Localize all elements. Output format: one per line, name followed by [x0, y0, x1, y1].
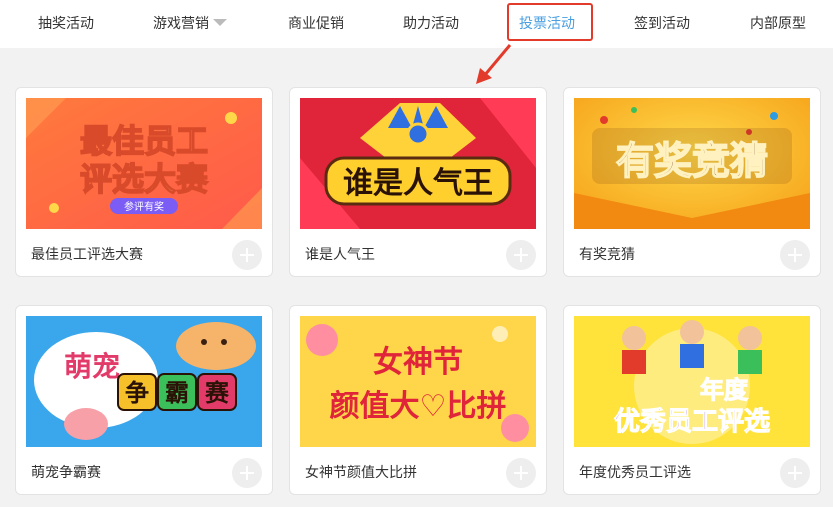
plus-icon[interactable] [780, 458, 810, 488]
tab-assist[interactable]: 助力活动 [403, 0, 459, 48]
banner-annual-employee: 年度 优秀员工评选 [574, 316, 810, 447]
template-card[interactable]: 最佳员工 评选大赛 参评有奖 最佳员工评选大赛 [15, 87, 273, 277]
pointer-arrow-icon [476, 44, 512, 84]
svg-text:参评有奖: 参评有奖 [124, 200, 164, 213]
template-card[interactable]: 女神节 颜值大♡比拼 女神节颜值大比拼 [289, 305, 547, 495]
card-title: 女神节颜值大比拼 [305, 465, 417, 481]
svg-text:评选大赛: 评选大赛 [80, 160, 209, 198]
card-title: 萌宠争霸赛 [31, 465, 101, 481]
banner-goddess-day: 女神节 颜值大♡比拼 [300, 316, 536, 447]
tab-lottery[interactable]: 抽奖活动 [38, 0, 94, 48]
svg-text:霸: 霸 [165, 379, 189, 407]
svg-text:赛: 赛 [204, 379, 230, 407]
card-title: 最佳员工评选大赛 [31, 247, 143, 263]
plus-icon[interactable] [506, 240, 536, 270]
svg-text:女神节: 女神节 [373, 345, 463, 380]
tab-checkin[interactable]: 签到活动 [634, 0, 690, 48]
template-card[interactable]: 谁是人气王 谁是人气王 [289, 87, 547, 277]
svg-text:谁是人气王: 谁是人气王 [343, 166, 493, 201]
svg-text:萌宠: 萌宠 [64, 350, 120, 383]
caret-down-icon [213, 19, 227, 26]
card-title: 有奖竞猜 [579, 247, 635, 263]
template-card[interactable]: 年度 优秀员工评选 年度优秀员工评选 [563, 305, 821, 495]
tab-game-marketing-label: 游戏营销 [153, 16, 209, 32]
svg-text:颜值大♡比拼: 颜值大♡比拼 [330, 389, 507, 424]
plus-icon[interactable] [506, 458, 536, 488]
svg-text:争: 争 [125, 379, 149, 407]
card-title: 谁是人气王 [305, 247, 375, 263]
plus-icon[interactable] [232, 240, 262, 270]
svg-text:优秀员工评选: 优秀员工评选 [614, 407, 770, 437]
tab-internal-prototype[interactable]: 内部原型 [750, 0, 806, 48]
banner-best-employee: 最佳员工 评选大赛 参评有奖 [26, 98, 262, 229]
plus-icon[interactable] [232, 458, 262, 488]
top-nav: 抽奖活动 游戏营销 商业促销 助力活动 投票活动 签到活动 内部原型 [0, 0, 833, 48]
svg-text:有奖竞猜: 有奖竞猜 [616, 139, 768, 183]
tab-game-marketing[interactable]: 游戏营销 [153, 0, 227, 48]
template-card[interactable]: 有奖竞猜 有奖竞猜 [563, 87, 821, 277]
active-tab-highlight [507, 3, 593, 41]
plus-icon[interactable] [780, 240, 810, 270]
svg-text:年度: 年度 [700, 376, 749, 404]
banner-popularity-king: 谁是人气王 [300, 98, 536, 229]
svg-text:最佳员工: 最佳员工 [80, 122, 208, 160]
card-title: 年度优秀员工评选 [579, 465, 691, 481]
banner-quiz-prize: 有奖竞猜 [574, 98, 810, 229]
tab-promotion[interactable]: 商业促销 [288, 0, 344, 48]
banner-pet-contest: 萌宠 争 霸 赛 [26, 316, 262, 447]
template-card[interactable]: 萌宠 争 霸 赛 萌宠争霸赛 [15, 305, 273, 495]
